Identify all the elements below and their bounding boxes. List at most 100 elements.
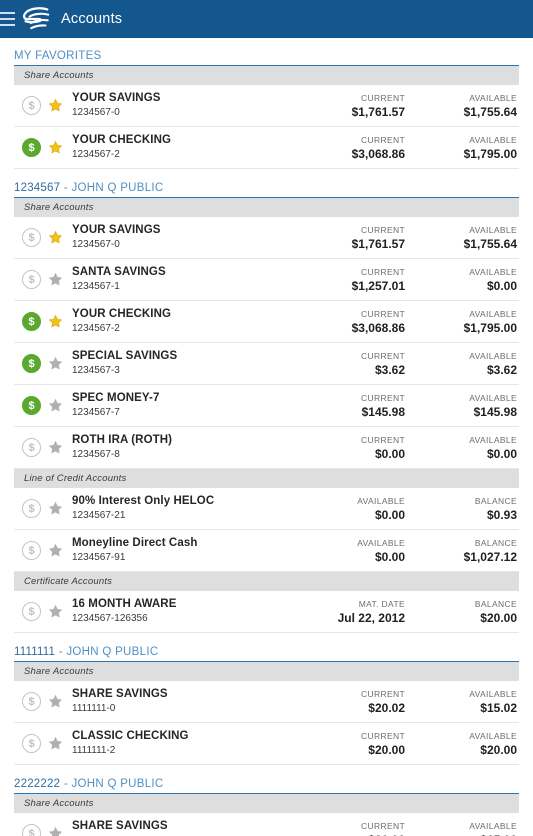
secondary-column-label: BALANCE: [474, 495, 517, 506]
account-number: 1234567-21: [72, 510, 126, 521]
account-primary-column: AVAILABLE $0.00: [289, 537, 407, 565]
favorite-star-icon-inactive[interactable]: [48, 736, 63, 751]
secondary-column-value: $20.00: [480, 742, 517, 757]
account-primary-column: MAT. DATE Jul 22, 2012: [289, 598, 407, 626]
primary-column-label: CURRENT: [360, 820, 405, 831]
primary-column-label: AVAILABLE: [357, 495, 405, 506]
favorite-star-icon-active[interactable]: [48, 140, 63, 155]
account-name: ROTH IRA (ROTH): [72, 434, 173, 446]
account-dollar-coin-icon-empty: $: [22, 824, 41, 836]
account-secondary-column: BALANCE $20.00: [407, 598, 519, 626]
secondary-column-value: $20.00: [480, 610, 517, 625]
account-row[interactable]: $ YOUR CHECKING 1234567-2 CURRENT $3,068.86 A…: [14, 301, 519, 343]
secondary-column-value: $0.00: [486, 278, 517, 293]
account-primary-column: CURRENT $1,761.57: [289, 92, 407, 120]
account-row[interactable]: $16 MONTH AWARE 1234567-126356 MAT. DATE Ju…: [14, 591, 519, 633]
account-secondary-column: AVAILABLE $145.98: [407, 392, 519, 420]
primary-column-value: Jul 22, 2012: [337, 610, 405, 625]
favorite-star-icon-inactive[interactable]: [48, 398, 63, 413]
account-identity: CLASSIC CHECKING 1111111-2: [72, 729, 289, 758]
account-secondary-column: AVAILABLE $0.00: [407, 434, 519, 462]
account-row[interactable]: $ CLASSIC CHECKING 1111111-2 CURRENT $20.00 A…: [14, 723, 519, 765]
account-group: 2222222 - JOHN Q PUBLIC Share Accounts $ SH…: [14, 778, 519, 836]
favorite-star-icon-active[interactable]: [48, 98, 63, 113]
account-number: 1234567-7: [72, 407, 120, 418]
account-name: 16 MONTH AWARE: [72, 598, 177, 610]
account-secondary-column: AVAILABLE $3.62: [407, 350, 519, 378]
account-primary-column: CURRENT $3.62: [289, 350, 407, 378]
favorite-star-icon-inactive[interactable]: [48, 604, 63, 619]
account-number: 1111111-2: [72, 745, 116, 756]
secondary-column-value: $1,027.12: [463, 549, 517, 564]
account-row[interactable]: $ YOUR CHECKING 1234567-2 CURRENT $3,068.86 A…: [14, 127, 519, 169]
account-group-number: 1234567: [14, 182, 61, 194]
account-secondary-column: BALANCE $1,027.12: [407, 537, 519, 565]
account-name: CLASSIC CHECKING: [72, 730, 189, 742]
primary-column-value: $0.00: [374, 507, 405, 522]
secondary-column-value: $1,795.00: [463, 146, 517, 161]
favorite-star-icon-inactive[interactable]: [48, 826, 63, 836]
account-row[interactable]: $ SHARE SAVINGS 1111111-0 CURRENT $20.02 AVAI…: [14, 681, 519, 723]
account-name: Moneyline Direct Cash: [72, 537, 198, 549]
favorite-star-icon-inactive[interactable]: [48, 440, 63, 455]
secondary-column-label: AVAILABLE: [469, 92, 517, 103]
account-row[interactable]: $ SANTA SAVINGS 1234567-1 CURRENT $1,257.01 A…: [14, 259, 519, 301]
account-name: YOUR SAVINGS: [72, 224, 161, 236]
account-name: SHARE SAVINGS: [72, 688, 168, 700]
account-secondary-column: AVAILABLE $15.02: [407, 688, 519, 716]
account-row[interactable]: $ Moneyline Direct Cash 1234567-91 AVAILABL…: [14, 530, 519, 572]
account-group: 1111111 - JOHN Q PUBLIC Share Accounts $ SH…: [14, 646, 519, 765]
favorite-star-icon-active[interactable]: [48, 314, 63, 329]
favorite-star-icon-inactive[interactable]: [48, 501, 63, 516]
account-number: 1234567-3: [72, 365, 120, 376]
account-number: 1234567-1: [72, 281, 120, 292]
account-row[interactable]: $ YOUR SAVINGS 1234567-0 CURRENT $1,761.57 AV…: [14, 85, 519, 127]
primary-column-label: CURRENT: [360, 266, 405, 277]
account-number: 1234567-2: [72, 323, 120, 334]
page-title: Accounts: [61, 11, 123, 27]
favorite-star-icon-active[interactable]: [48, 230, 63, 245]
account-row[interactable]: $ SPECIAL SAVINGS 1234567-3 CURRENT $3.62 AVA…: [14, 343, 519, 385]
secondary-column-label: AVAILABLE: [469, 434, 517, 445]
favorite-star-icon-inactive[interactable]: [48, 272, 63, 287]
account-section-header: Share Accounts: [14, 66, 519, 85]
favorite-star-icon-inactive[interactable]: [48, 543, 63, 558]
account-dollar-coin-icon-funded: $: [22, 138, 41, 157]
account-secondary-column: AVAILABLE $1,755.64: [407, 224, 519, 252]
favorite-star-icon-inactive[interactable]: [48, 356, 63, 371]
account-row[interactable]: $ YOUR SAVINGS 1234567-0 CURRENT $1,761.57 AV…: [14, 217, 519, 259]
secondary-column-value: $0.93: [486, 507, 517, 522]
account-dollar-coin-icon-empty: $: [22, 499, 41, 518]
account-section-header: Share Accounts: [14, 662, 519, 681]
hamburger-menu-icon[interactable]: [0, 12, 15, 26]
accounts-list: MY FAVORITES Share Accounts $ YOUR SAVINGS 1…: [0, 50, 533, 836]
account-identity: SHARE SAVINGS2222222-0: [72, 819, 289, 836]
secondary-column-label: AVAILABLE: [469, 392, 517, 403]
favorite-star-icon-inactive[interactable]: [48, 694, 63, 709]
account-group: 1234567 - JOHN Q PUBLIC Share Accounts $ YO…: [14, 182, 519, 633]
secondary-column-label: AVAILABLE: [469, 688, 517, 699]
primary-column-label: CURRENT: [360, 224, 405, 235]
account-row[interactable]: $SHARE SAVINGS2222222-0CURRENT$20.00AVAI…: [14, 813, 519, 836]
account-row[interactable]: $90% Interest Only HELOC 1234567-21 AVAILA…: [14, 488, 519, 530]
account-number: 1234567-0: [72, 107, 120, 118]
account-primary-column: CURRENT $3,068.86: [289, 308, 407, 336]
primary-column-label: CURRENT: [360, 688, 405, 699]
account-name: YOUR CHECKING: [72, 134, 172, 146]
account-row[interactable]: $ SPEC MONEY-7 1234567-7 CURRENT $145.98 AVAI…: [14, 385, 519, 427]
account-section-header: Share Accounts: [14, 198, 519, 217]
primary-column-label: CURRENT: [360, 308, 405, 319]
account-name: SANTA SAVINGS: [72, 266, 166, 278]
primary-column-value: $20.00: [368, 742, 405, 757]
account-group-label: MY FAVORITES: [14, 50, 102, 62]
account-number: 1234567-8: [72, 449, 120, 460]
account-row[interactable]: $ ROTH IRA (ROTH) 1234567-8 CURRENT $0.00 AVA…: [14, 427, 519, 469]
account-name: SHARE SAVINGS: [72, 820, 168, 832]
account-identity: SPEC MONEY-7 1234567-7: [72, 391, 289, 420]
account-number: 1234567-126356: [72, 613, 148, 624]
account-dollar-coin-icon-empty: $: [22, 270, 41, 289]
primary-column-value: $1,761.57: [351, 104, 405, 119]
account-identity: SANTA SAVINGS 1234567-1: [72, 265, 289, 294]
account-primary-column: CURRENT $1,257.01: [289, 266, 407, 294]
account-secondary-column: AVAILABLE $1,755.64: [407, 92, 519, 120]
